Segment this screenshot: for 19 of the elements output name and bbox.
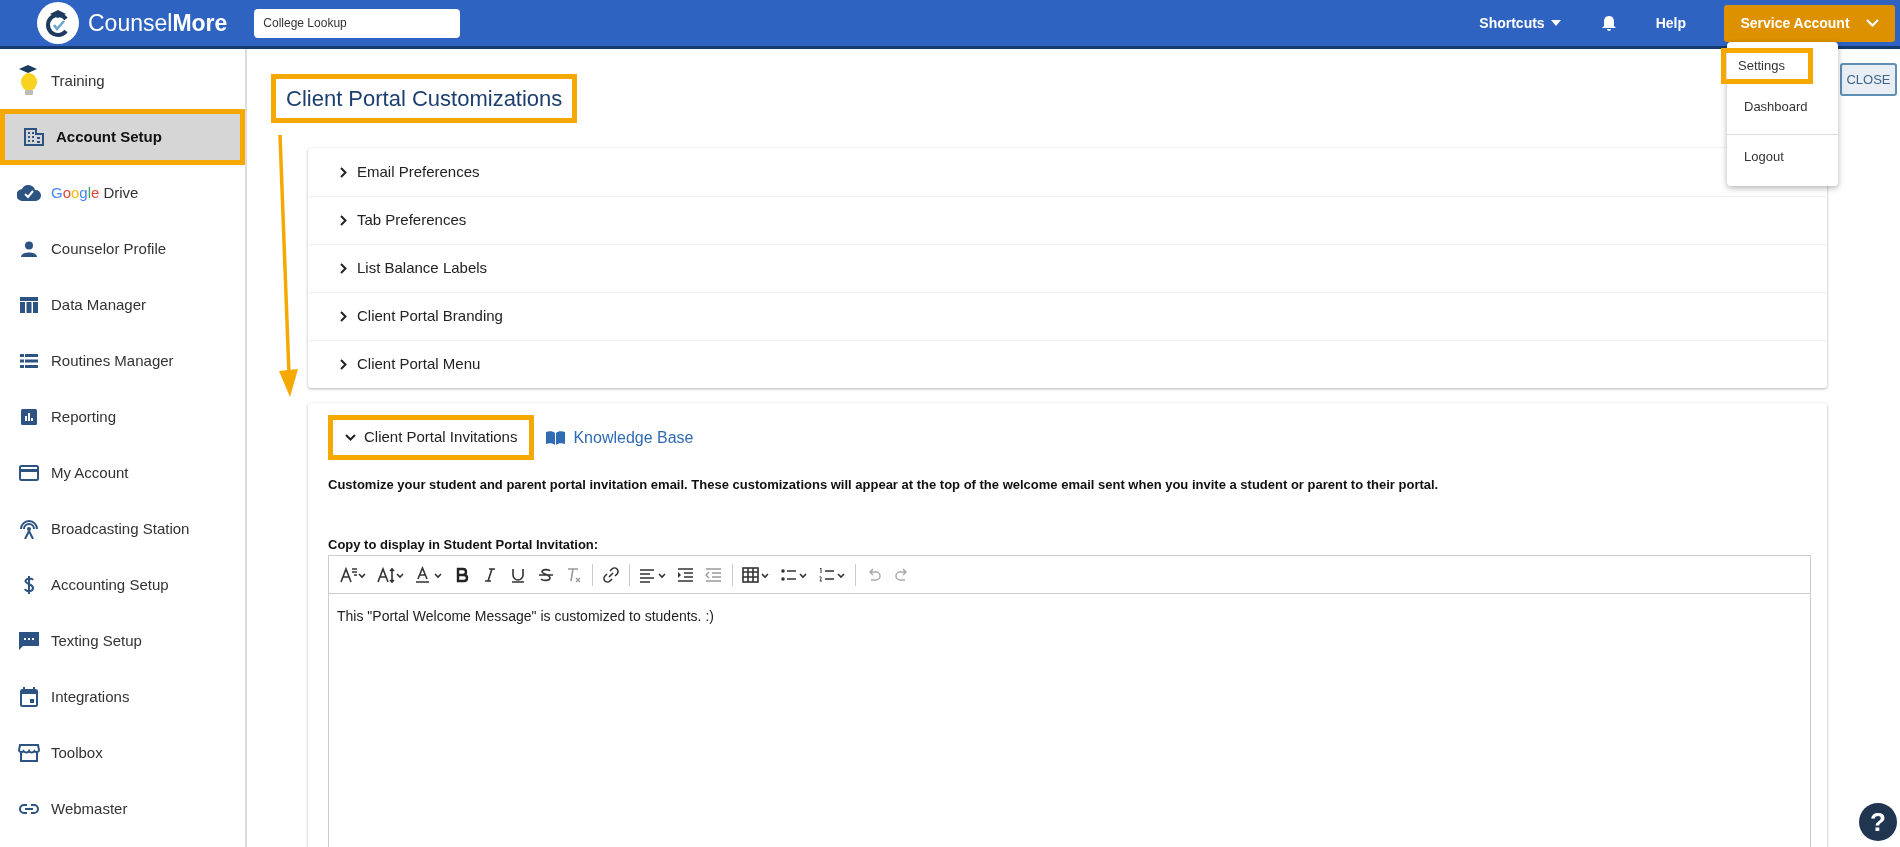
sidebar-item-label: Account Setup	[56, 126, 162, 147]
page-title: Client Portal Customizations	[271, 74, 578, 123]
sidebar-item-label: Webmaster	[51, 798, 128, 819]
sidebar-item-label: Texting Setup	[51, 630, 142, 651]
sidebar-item-label: Accounting Setup	[51, 574, 169, 595]
sidebar-item-label: Broadcasting Station	[51, 518, 190, 539]
description-text: Customize your student and parent portal invitation email. These customizations will appear at the top of the welcome email sent when you invite a student or parent to their portal.	[328, 476, 1440, 494]
sidebar-item-label: Training	[51, 70, 105, 91]
google-logo: Google	[51, 182, 100, 203]
sidebar-item-label: Counselor Profile	[51, 238, 167, 259]
sidebar-item-label: Toolbox	[51, 742, 103, 763]
sidebar-item-label: Drive	[103, 182, 139, 203]
sidebar-item-label: Reporting	[51, 406, 117, 427]
editor-text: This "Portal Welcome Message" is customized to students. :)	[337, 607, 715, 626]
field-label: Copy to display in Student Portal Invitation:	[328, 535, 600, 554]
sidebar-item-label: Routines Manager	[51, 350, 174, 371]
sidebar-item-label: My Account	[51, 462, 129, 483]
sidebar-item-label: Data Manager	[51, 294, 147, 315]
sidebar-item-label: Integrations	[51, 686, 130, 707]
